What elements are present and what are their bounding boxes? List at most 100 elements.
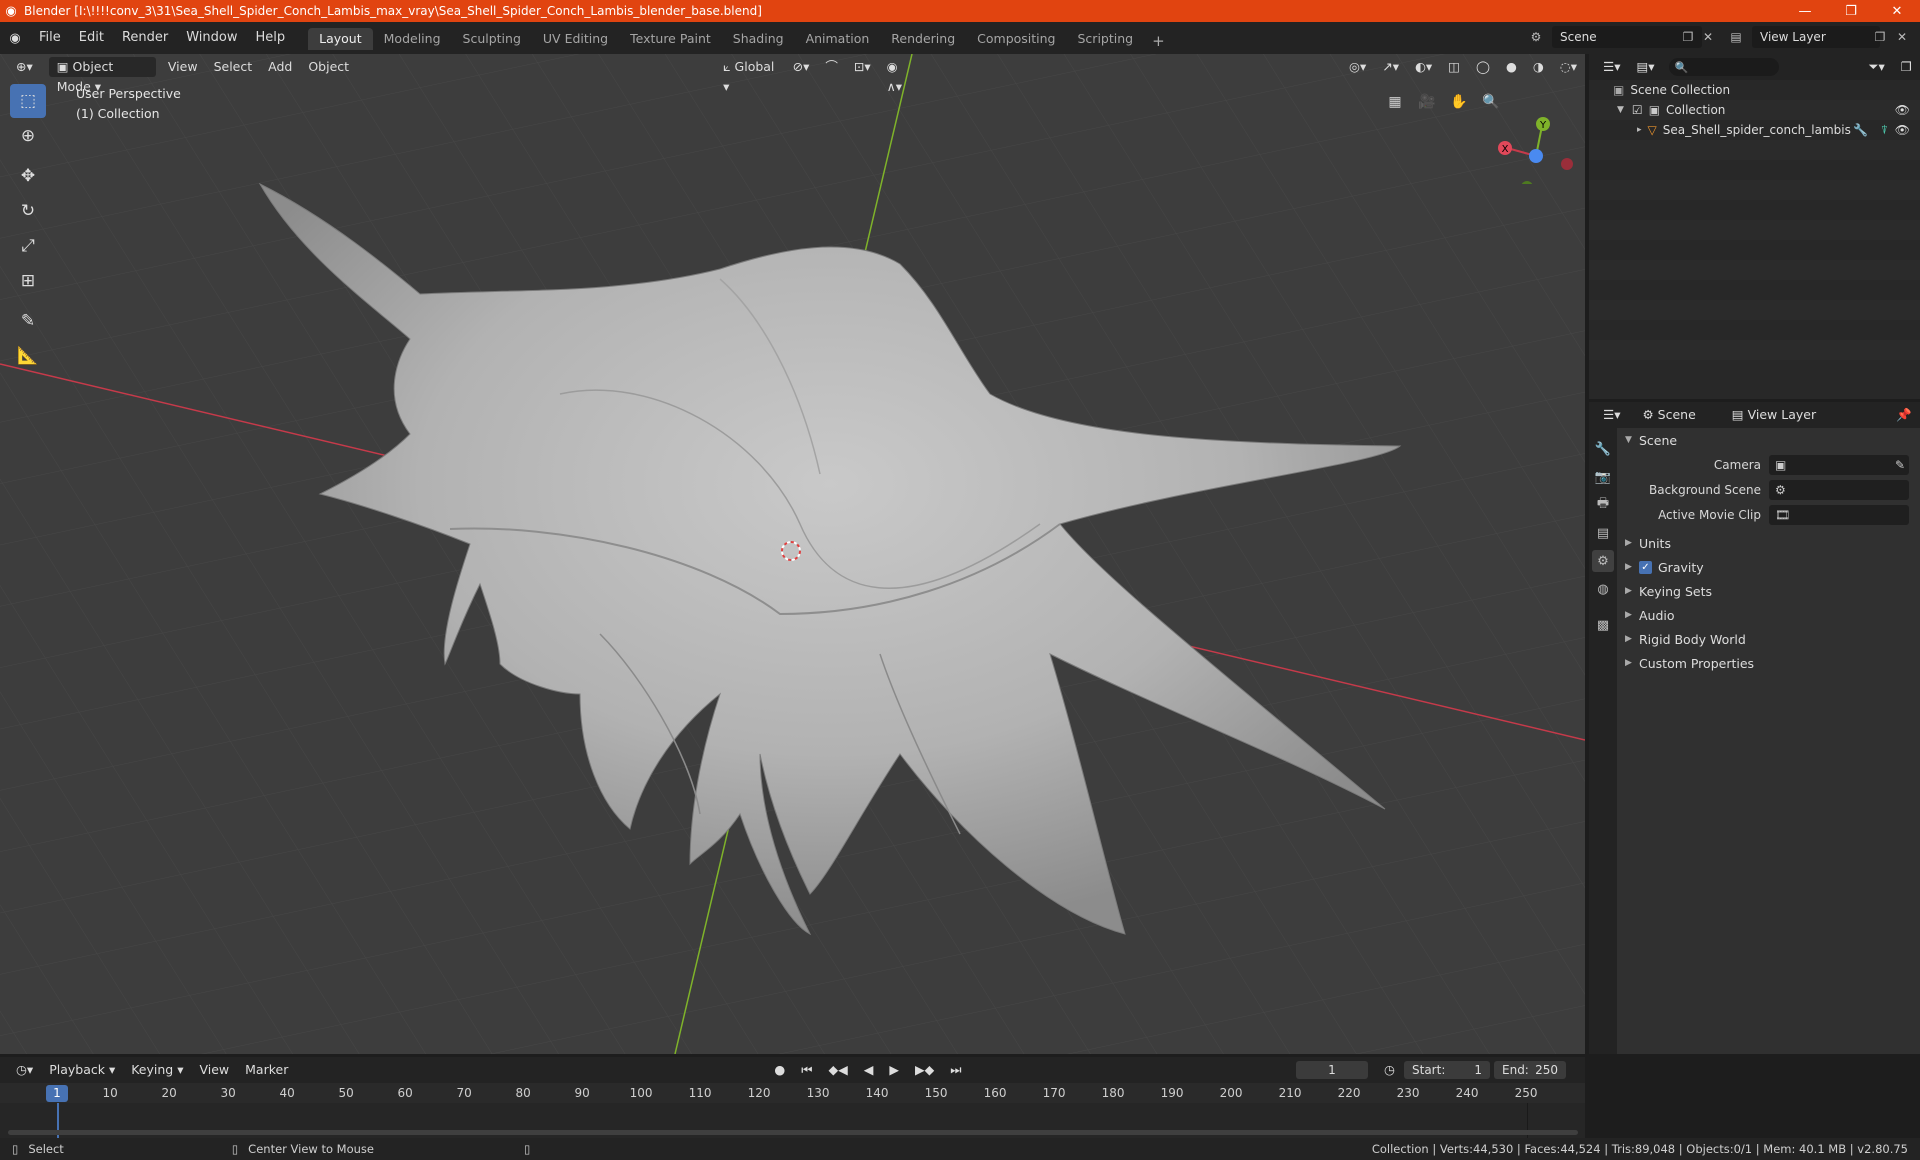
measure-tool-icon[interactable]: 📐	[10, 339, 46, 373]
maximize-button[interactable]: ❐	[1828, 0, 1874, 22]
jump-next-keyframe-icon[interactable]: ▶◆	[907, 1060, 942, 1080]
properties-editor-type-icon[interactable]: ☰▾	[1595, 405, 1628, 425]
close-button[interactable]: ✕	[1874, 0, 1920, 22]
start-frame-field[interactable]: Start: 1	[1404, 1061, 1490, 1079]
keying-sets-panel-header[interactable]: ▶ Keying Sets	[1619, 579, 1920, 603]
object-mode-dropdown[interactable]: ▣ Object Mode ▾	[48, 57, 156, 94]
tab-uv-editing[interactable]: UV Editing	[532, 28, 619, 50]
solid-shading-icon[interactable]: ●	[1498, 57, 1525, 77]
zoom-view-icon[interactable]: 🔍	[1477, 88, 1505, 116]
view-layer-icon[interactable]: ▤	[1724, 26, 1748, 48]
tab-scripting[interactable]: Scripting	[1067, 28, 1145, 50]
mesh-data-icon[interactable]: ⍒	[1881, 123, 1888, 138]
record-button-icon[interactable]: ●	[766, 1060, 793, 1080]
play-reverse-icon[interactable]: ◀	[856, 1060, 882, 1080]
menu-window[interactable]: Window	[177, 22, 246, 54]
navigation-gizmo[interactable]: Y X	[1495, 84, 1585, 184]
modifier-wrench-icon[interactable]: 🔧	[1853, 123, 1868, 137]
delete-scene-icon[interactable]: ✕	[1696, 26, 1720, 48]
snap-icon[interactable]: ⌒	[817, 57, 846, 77]
timeline-menu-keying[interactable]: Keying ▾	[123, 1060, 191, 1080]
wireframe-shading-icon[interactable]: ◯	[1468, 57, 1498, 77]
overlays-icon[interactable]: ◐▾	[1407, 57, 1440, 77]
tab-layout[interactable]: Layout	[308, 28, 373, 50]
rigid-body-world-panel-header[interactable]: ▶ Rigid Body World	[1619, 627, 1920, 651]
viewport-menu-object[interactable]: Object	[300, 57, 357, 77]
world-properties-icon[interactable]: ◍	[1592, 578, 1614, 600]
camera-view-icon[interactable]: 🎥	[1413, 88, 1441, 116]
menu-file[interactable]: File	[30, 22, 70, 54]
tab-shading[interactable]: Shading	[722, 28, 795, 50]
viewport-menu-add[interactable]: Add	[260, 57, 300, 77]
expand-arrow-icon[interactable]: ▼	[1617, 105, 1624, 115]
toggle-perspective-icon[interactable]: ▦	[1381, 88, 1409, 116]
camera-field[interactable]: ▣ ✎	[1769, 454, 1909, 475]
tab-animation[interactable]: Animation	[795, 28, 881, 50]
transform-tool-icon[interactable]: ⊞	[10, 264, 46, 298]
custom-properties-panel-header[interactable]: ▶ Custom Properties	[1619, 651, 1920, 675]
snap-target-icon[interactable]: ⊡▾	[846, 57, 879, 77]
background-scene-field[interactable]: ⚙	[1769, 479, 1909, 500]
xray-icon[interactable]: ◫	[1440, 57, 1468, 77]
gravity-panel-header[interactable]: ▶ ✓ Gravity	[1619, 555, 1920, 579]
tab-modeling[interactable]: Modeling	[373, 28, 452, 50]
filter-icon[interactable]: ⏷▾	[1861, 57, 1893, 77]
rotate-tool-icon[interactable]: ↻	[10, 194, 46, 228]
visibility-eye-icon[interactable]: 👁	[1895, 123, 1910, 137]
active-movie-clip-field[interactable]: 🎞	[1769, 504, 1909, 525]
current-frame-field[interactable]: 1	[1296, 1061, 1368, 1079]
minimize-button[interactable]: —	[1782, 0, 1828, 22]
jump-prev-keyframe-icon[interactable]: ◆◀	[821, 1060, 856, 1080]
gizmo-z-axis[interactable]	[1529, 149, 1543, 163]
visibility-icon[interactable]: ◎▾	[1341, 57, 1374, 77]
timeline-editor-type-icon[interactable]: ◷▾	[8, 1060, 41, 1080]
view-layer-context-button[interactable]: ▤ View Layer	[1724, 405, 1824, 425]
select-box-tool-icon[interactable]: ⬚	[10, 84, 46, 118]
rendered-shading-icon[interactable]: ◌▾	[1552, 57, 1585, 77]
jump-end-icon[interactable]: ⏭	[942, 1060, 969, 1080]
outliner-search-input[interactable]: 🔍	[1668, 58, 1779, 76]
cursor-tool-icon[interactable]: ⊕	[10, 119, 46, 153]
timeline-menu-view[interactable]: View	[191, 1060, 237, 1080]
view-layer-selector[interactable]: View Layer	[1752, 26, 1880, 48]
viewport-menu-select[interactable]: Select	[206, 57, 261, 77]
tab-compositing[interactable]: Compositing	[966, 28, 1066, 50]
tab-texture-paint[interactable]: Texture Paint	[619, 28, 722, 50]
pivot-point-icon[interactable]: ⊘▾	[785, 57, 818, 77]
scene-properties-icon[interactable]: ⚙	[1592, 550, 1614, 572]
timeline-track-area[interactable]	[0, 1103, 1585, 1138]
scene-icon[interactable]: ⚙	[1524, 26, 1548, 48]
annotate-tool-icon[interactable]: ✎	[10, 304, 46, 338]
gravity-checkbox[interactable]: ✓	[1639, 560, 1652, 574]
output-properties-icon[interactable]: 🖶	[1592, 494, 1614, 516]
scale-tool-icon[interactable]: ⤢	[10, 229, 46, 263]
render-properties-icon[interactable]: 📷	[1592, 466, 1614, 488]
jump-start-icon[interactable]: ⏮	[793, 1060, 820, 1080]
new-collection-icon[interactable]: ❐	[1893, 57, 1920, 77]
clock-icon[interactable]: ◷	[1376, 1060, 1403, 1080]
texture-properties-icon[interactable]: ▩	[1592, 614, 1614, 636]
timeline-menu-playback[interactable]: Playback ▾	[41, 1060, 123, 1080]
outliner-row-scene-collection[interactable]: ▣ Scene Collection	[1589, 80, 1920, 100]
new-view-layer-icon[interactable]: ❐	[1868, 26, 1892, 48]
add-workspace-button[interactable]: +	[1144, 32, 1173, 50]
display-mode-icon[interactable]: ▤▾	[1628, 57, 1662, 77]
viewport-menu-view[interactable]: View	[160, 57, 206, 77]
tab-rendering[interactable]: Rendering	[880, 28, 966, 50]
delete-view-layer-icon[interactable]: ✕	[1890, 26, 1914, 48]
outliner-row-object[interactable]: ▸ ▽ Sea_Shell_spider_conch_lambis 🔧 ⍒ 👁	[1589, 120, 1920, 140]
menu-help[interactable]: Help	[247, 22, 295, 54]
blender-menu-icon[interactable]: ◉	[0, 22, 30, 54]
expand-arrow-icon[interactable]: ▸	[1637, 125, 1642, 135]
eyedropper-icon[interactable]: ✎	[1895, 458, 1905, 472]
audio-panel-header[interactable]: ▶ Audio	[1619, 603, 1920, 627]
transform-orientation-dropdown[interactable]: ⟀ Global ▾	[715, 57, 785, 94]
proportional-edit-icon[interactable]: ◉ ∧▾	[879, 57, 921, 94]
play-icon[interactable]: ▶	[881, 1060, 907, 1080]
tab-sculpting[interactable]: Sculpting	[452, 28, 532, 50]
menu-render[interactable]: Render	[113, 22, 177, 54]
tool-properties-icon[interactable]: 🔧	[1592, 438, 1614, 460]
timeline-ruler[interactable]: 1 10 20 30 40 50 60 70 80 90 100 110 120 130 140 150 16…	[0, 1083, 1585, 1103]
editor-type-icon[interactable]: ⊕▾	[8, 57, 41, 77]
timeline-scrollbar[interactable]	[8, 1130, 1578, 1135]
